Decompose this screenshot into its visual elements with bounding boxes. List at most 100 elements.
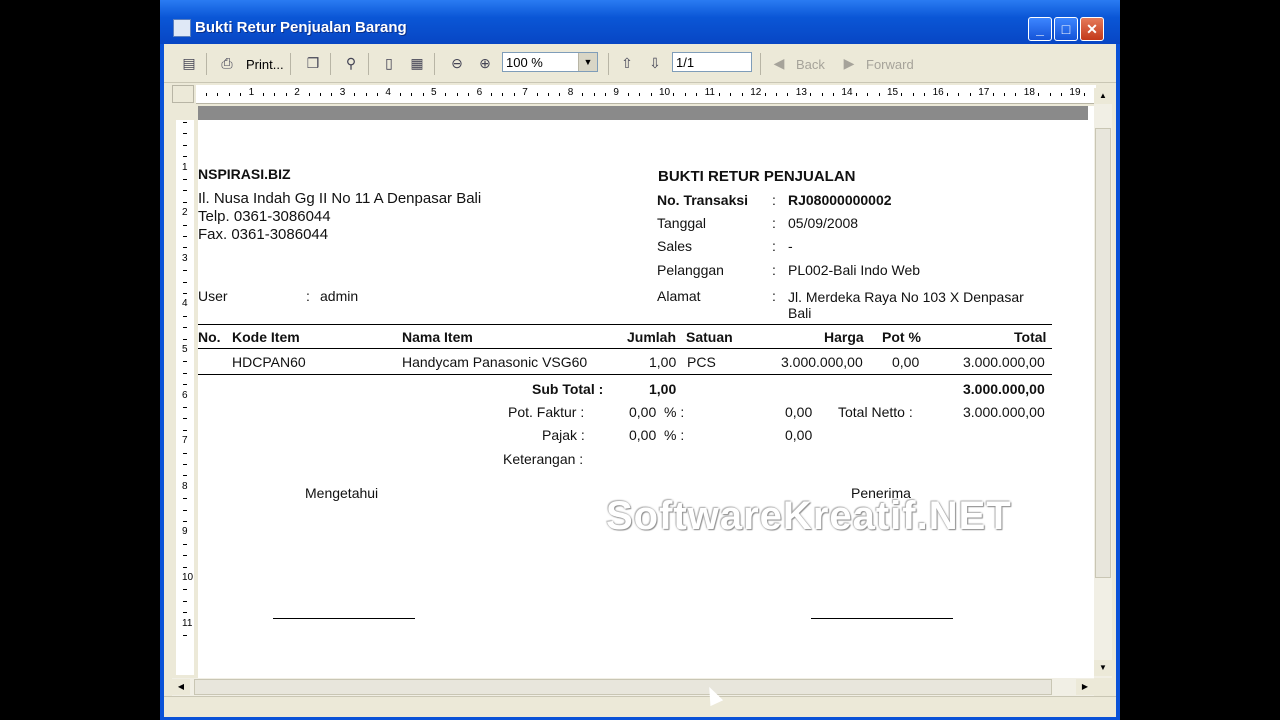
ruler-number: 7 xyxy=(522,87,528,98)
cell-jumlah: 1,00 xyxy=(649,354,677,370)
ruler-tick xyxy=(183,498,187,500)
vertical-scroll-thumb[interactable] xyxy=(1095,128,1111,578)
table-bottom-rule xyxy=(198,374,1052,375)
ruler-tick xyxy=(183,509,187,511)
ruler-tick xyxy=(183,543,187,545)
window-title: Bukti Retur Penjualan Barang xyxy=(195,19,407,36)
meta-colon: : xyxy=(772,192,776,208)
total-netto-label: Total Netto : xyxy=(838,404,913,420)
ruler-tick xyxy=(183,521,187,522)
ruler-tick xyxy=(947,93,948,96)
chevron-down-icon[interactable]: ▼ xyxy=(578,53,597,71)
ruler-number: 7 xyxy=(182,435,188,447)
ruler-tick xyxy=(183,327,187,329)
ruler-tick xyxy=(183,190,187,192)
forward-arrow-icon[interactable]: ▶ xyxy=(840,54,858,72)
ruler-tick xyxy=(559,93,561,96)
zoom-in-icon[interactable]: ⊕ xyxy=(476,54,494,72)
horizontal-ruler: 1 2 3 4 5 6 7 8 9 10 11 12 13 14 15 16 17 18 19 xyxy=(196,85,1096,104)
ruler-number: 9 xyxy=(613,87,619,98)
app-icon xyxy=(173,19,191,37)
single-page-icon[interactable]: ▯ xyxy=(380,54,398,72)
scroll-right-icon[interactable]: ▶ xyxy=(1076,679,1094,695)
col-header-kode: Kode Item xyxy=(232,329,300,345)
multi-page-icon[interactable]: ▦ xyxy=(408,54,426,72)
ruler-tick xyxy=(821,93,823,96)
back-arrow-icon[interactable]: ◀ xyxy=(770,54,788,72)
ruler-tick xyxy=(833,93,834,96)
find-binoculars-icon[interactable]: ⚲ xyxy=(342,54,360,72)
ruler-tick xyxy=(730,93,732,96)
zoom-select[interactable]: 100 % ▼ xyxy=(502,52,598,72)
ruler-number: 14 xyxy=(841,87,853,98)
vertical-scrollbar[interactable]: ▲ ▼ xyxy=(1094,88,1112,678)
user-colon: : xyxy=(306,288,310,304)
ruler-tick xyxy=(502,93,504,96)
next-page-icon[interactable]: ⇩ xyxy=(646,54,664,72)
forward-button[interactable]: Forward xyxy=(866,57,914,72)
viewer-client-area: ▤ ⎙ Print... ❐ ⚲ ▯ ▦ ⊖ ⊕ 100 % ▼ ⇧ ⇩ 1/1… xyxy=(164,44,1116,717)
viewer-toolbar: ▤ ⎙ Print... ❐ ⚲ ▯ ▦ ⊖ ⊕ 100 % ▼ ⇧ ⇩ 1/1… xyxy=(164,44,1116,83)
ruler-tick xyxy=(183,612,187,614)
previous-page-icon[interactable]: ⇧ xyxy=(618,54,636,72)
cell-pot: 0,00 xyxy=(892,354,920,370)
back-button[interactable]: Back xyxy=(796,57,825,72)
report-heading: BUKTI RETUR PENJUALAN xyxy=(658,168,856,185)
minimize-button[interactable]: _ xyxy=(1028,17,1052,41)
meta-value: RJ08000000002 xyxy=(788,192,892,208)
ruler-tick xyxy=(639,93,641,96)
signature-left-line xyxy=(273,618,415,619)
copy-icon[interactable]: ❐ xyxy=(304,54,322,72)
ruler-tick xyxy=(958,93,960,96)
meta-value: 05/09/2008 xyxy=(788,215,859,231)
title-bar[interactable]: Bukti Retur Penjualan Barang _ □ ✕ xyxy=(160,0,1120,44)
horizontal-scrollbar[interactable]: ◀ ▶ xyxy=(172,678,1094,696)
ruler-tick xyxy=(183,201,187,203)
ruler-tick xyxy=(183,635,187,636)
ruler-tick xyxy=(593,93,595,96)
ruler-tick xyxy=(1083,93,1085,96)
scroll-down-icon[interactable]: ▼ xyxy=(1094,660,1112,676)
zoom-out-icon[interactable]: ⊖ xyxy=(448,54,466,72)
ruler-tick xyxy=(365,93,367,96)
company-name: NSPIRASI.BIZ xyxy=(198,166,291,182)
cell-total: 3.000.000,00 xyxy=(963,354,1045,370)
ruler-tick xyxy=(183,475,187,477)
toggle-tree-icon[interactable]: ▤ xyxy=(180,54,198,72)
watermark-text: SoftwareKreatif.NET xyxy=(606,494,1012,538)
ruler-tick xyxy=(924,93,926,96)
print-button[interactable]: Print... xyxy=(246,57,284,72)
printer-icon[interactable]: ⎙ xyxy=(218,54,236,72)
ruler-tick xyxy=(183,452,187,454)
ruler-tick xyxy=(776,93,777,96)
ruler-tick xyxy=(183,315,187,317)
toolbar-separator xyxy=(290,53,291,75)
meta-label: No. Transaksi xyxy=(657,192,749,208)
col-header-satuan: Satuan xyxy=(686,329,733,345)
col-header-jumlah: Jumlah xyxy=(627,329,677,345)
horizontal-scroll-thumb[interactable] xyxy=(194,679,1052,695)
toolbar-separator xyxy=(608,53,609,75)
ruler-tick xyxy=(228,93,230,96)
pajak-pct: 0,00 xyxy=(629,427,657,443)
ruler-number: 16 xyxy=(932,87,944,98)
cell-nama: Handycam Panasonic VSG60 xyxy=(402,354,588,370)
toolbar-separator xyxy=(206,53,207,75)
page-number-field[interactable]: 1/1 xyxy=(672,52,752,72)
ruler-tick xyxy=(285,93,287,96)
ruler-number: 4 xyxy=(385,87,391,98)
ruler-number: 3 xyxy=(182,252,188,264)
ruler-tick xyxy=(183,179,187,180)
ruler-number: 5 xyxy=(431,87,437,98)
close-button[interactable]: ✕ xyxy=(1080,17,1104,41)
ruler-tick xyxy=(810,93,812,96)
scroll-left-icon[interactable]: ◀ xyxy=(172,679,190,695)
ruler-number: 2 xyxy=(182,207,188,219)
scroll-up-icon[interactable]: ▲ xyxy=(1094,88,1112,104)
ruler-tick xyxy=(206,93,207,96)
keterangan-label: Keterangan : xyxy=(503,451,584,467)
ruler-number: 1 xyxy=(182,161,188,173)
maximize-button[interactable]: □ xyxy=(1054,17,1078,41)
company-fax: Fax. 0361-3086044 xyxy=(198,226,329,243)
ruler-number: 11 xyxy=(704,87,715,98)
